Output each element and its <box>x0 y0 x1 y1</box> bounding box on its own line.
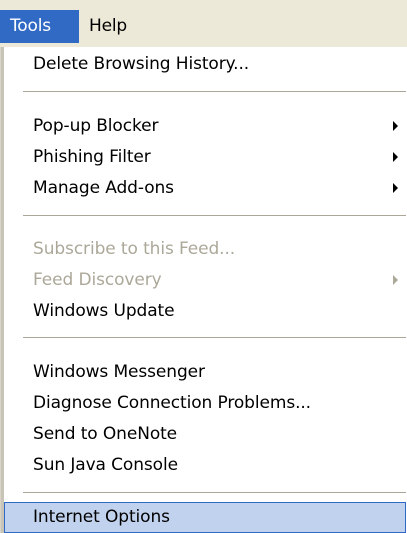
menu-separator <box>23 91 406 92</box>
menu-separator <box>23 337 406 338</box>
menu-item-label: Diagnose Connection Problems... <box>33 393 311 413</box>
menu-item-label: Phishing Filter <box>33 147 151 167</box>
submenu-arrow-icon <box>393 183 398 193</box>
menu-item-windows-update[interactable]: Windows Update <box>4 296 406 326</box>
menu-item-feed-discovery: Feed Discovery <box>4 265 406 295</box>
menu-item-diagnose-connection[interactable]: Diagnose Connection Problems... <box>4 388 406 418</box>
menu-item-label: Windows Messenger <box>33 362 205 382</box>
menu-separator <box>23 492 406 493</box>
menu-item-label: Delete Browsing History... <box>33 54 250 74</box>
menu-help[interactable]: Help <box>79 10 143 43</box>
submenu-arrow-icon <box>393 152 398 162</box>
menu-item-sun-java-console[interactable]: Sun Java Console <box>4 450 406 480</box>
menu-item-label: Windows Update <box>33 301 175 321</box>
menu-item-label: Manage Add-ons <box>33 178 174 198</box>
menu-separator <box>23 215 406 216</box>
menu-item-phishing-filter[interactable]: Phishing Filter <box>4 142 406 172</box>
menu-item-windows-messenger[interactable]: Windows Messenger <box>4 357 406 387</box>
submenu-arrow-icon <box>393 121 398 131</box>
tools-dropdown-menu: Delete Browsing History... Pop-up Blocke… <box>0 47 407 533</box>
menu-item-label: Send to OneNote <box>33 424 178 444</box>
menu-item-label: Subscribe to this Feed... <box>33 239 236 259</box>
menu-item-delete-browsing-history[interactable]: Delete Browsing History... <box>4 49 406 79</box>
menu-item-send-to-onenote[interactable]: Send to OneNote <box>4 419 406 449</box>
menu-item-subscribe-feed: Subscribe to this Feed... <box>4 234 406 264</box>
menu-item-label: Sun Java Console <box>33 455 178 475</box>
submenu-arrow-icon <box>393 275 398 285</box>
menu-item-label: Feed Discovery <box>33 270 162 290</box>
menu-item-popup-blocker[interactable]: Pop-up Blocker <box>4 111 406 141</box>
menu-item-label: Internet Options <box>33 507 170 527</box>
menu-item-label: Pop-up Blocker <box>33 116 159 136</box>
menu-bar: Tools Help <box>0 0 407 47</box>
menu-item-manage-add-ons[interactable]: Manage Add-ons <box>4 173 406 203</box>
menu-tools[interactable]: Tools <box>0 10 79 43</box>
menu-item-internet-options[interactable]: Internet Options <box>4 502 406 533</box>
